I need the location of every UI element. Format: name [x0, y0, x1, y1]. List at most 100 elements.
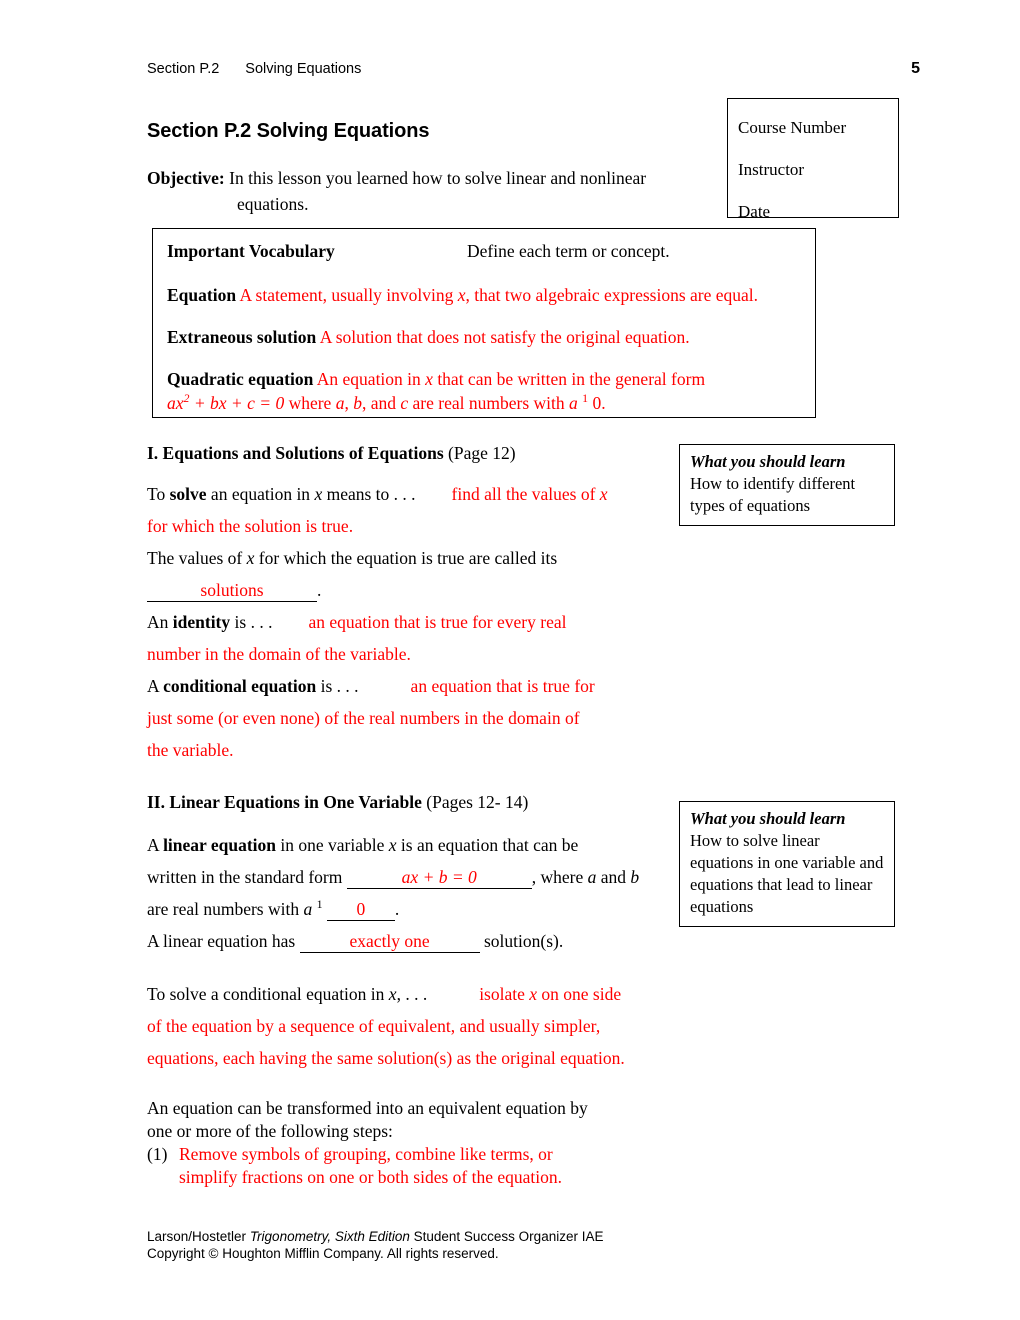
text-bold-identity: identity [172, 612, 231, 632]
wysl-title: What you should learn [690, 452, 846, 471]
step-text: Remove symbols of grouping, combine like… [179, 1143, 687, 1189]
transform-intro-line-1: An equation can be transformed into an e… [147, 1098, 588, 1118]
vocabulary-entry-equation: Equation A statement, usually involving … [167, 283, 803, 307]
answer-var-x: x [599, 484, 608, 504]
text-post: for which the equation is true are calle… [254, 548, 558, 568]
text-and: and [596, 867, 631, 887]
date-label: Date [738, 202, 771, 221]
linear-equation-line-1: A linear equation in one variable x is a… [147, 829, 677, 861]
blank-solutions[interactable]: solutions [147, 579, 317, 602]
what-you-should-learn-box-1: What you should learn How to identify di… [679, 444, 895, 526]
text-var-a: a [303, 899, 313, 919]
instructor-label: Instructor [738, 160, 805, 179]
wysl-title: What you should learn [690, 809, 846, 828]
text-pre: To [147, 484, 170, 504]
wysl-text: How to solve linear equations in one var… [690, 831, 884, 916]
vocab-term: Quadratic equation [167, 369, 314, 389]
section-II-body: A linear equation in one variable x is a… [147, 829, 677, 957]
solve-conditional-block: To solve a conditional equation in x , . … [147, 978, 677, 1074]
footer-copyright: Copyright © Houghton Mifflin Company. Al… [147, 1246, 499, 1261]
identity-line-2: number in the domain of the variable. [147, 644, 411, 664]
vocabulary-entry-extraneous-solution: Extraneous solution A solution that does… [167, 325, 803, 349]
answer-text-b: on one side [537, 984, 622, 1004]
solutions-blank-line: solutions. [147, 574, 677, 606]
section-page-ref: (Pages 12- 14) [426, 792, 529, 812]
running-head-section: Section P.2 [147, 61, 220, 77]
step-text-line-1: Remove symbols of grouping, combine like… [179, 1144, 553, 1164]
vocab-definition-post: that can be written in the general form [432, 369, 706, 389]
answer-text: an equation that is true for [410, 676, 595, 696]
conditional-equation-line: A conditional equation is . . . an equati… [147, 670, 677, 702]
text-post: means to . . . [322, 484, 416, 504]
standard-form-line: written in the standard form ax + b = 0,… [147, 861, 677, 893]
vocabulary-header: Important Vocabulary Define each term or… [167, 239, 803, 263]
footer-line-1: Larson/Hostetler Trigonometry, Sixth Edi… [147, 1228, 847, 1245]
conditional-line-3: the variable. [147, 740, 234, 760]
section-I-body: To solve an equation in x means to . . .… [147, 478, 677, 766]
section-heading-I: I. Equations and Solutions of Equations … [147, 441, 516, 465]
transform-intro-line-2: one or more of the following steps: [147, 1121, 393, 1141]
list-item: (1) Remove symbols of grouping, combine … [147, 1143, 687, 1189]
objective-block: Objective: In this lesson you learned ho… [147, 165, 692, 217]
solution-count-line: A linear equation has exactly one soluti… [147, 925, 677, 957]
page-footer: Larson/Hostetler Trigonometry, Sixth Edi… [147, 1228, 847, 1262]
text-pre: A [147, 676, 164, 696]
formula-zero: 0. [588, 393, 606, 413]
running-head: Section P.2 Solving Equations 5 [147, 60, 920, 78]
section-heading-text: I. Equations and Solutions of Equations [147, 443, 444, 463]
vocab-definition-pre: A statement, usually involving [239, 285, 458, 305]
formula-and: , and [361, 393, 401, 413]
vocab-term: Extraneous solution [167, 327, 317, 347]
blank-exactly-one[interactable]: exactly one [299, 930, 480, 953]
text-bold-conditional: conditional equation [163, 676, 317, 696]
vocab-definition-var: x [457, 285, 466, 305]
text-post: is . . . [316, 676, 359, 696]
formula-comma: , [344, 393, 354, 413]
conditional-line-2: just some (or even none) of the real num… [147, 708, 580, 728]
text-post: is . . . [230, 612, 273, 632]
values-of-x-line: The values of x for which the equation i… [147, 542, 677, 574]
solve-conditional-line-1: To solve a conditional equation in x , . … [147, 978, 677, 1010]
answer-text: isolate [479, 984, 530, 1004]
vocab-definition-pre: An equation in [316, 369, 426, 389]
identity-line: An identity is . . . an equation that is … [147, 606, 677, 638]
vocab-definition-pre: A solution that does not satisfy the ori… [319, 327, 690, 347]
text-post: solution(s). [483, 931, 564, 951]
text-mid: in one variable [276, 835, 389, 855]
document-page: Section P.2 Solving Equations 5 Section … [0, 0, 1020, 1320]
answer-text: find all the values of [451, 484, 600, 504]
blank-standard-form[interactable]: ax + b = 0 [346, 866, 532, 889]
text-pre: A linear equation has [147, 931, 296, 951]
formula-ax: ax [167, 393, 184, 413]
text-pre: To solve a conditional equation in [147, 984, 389, 1004]
solve-definition-line: To solve an equation in x means to . . .… [147, 478, 677, 510]
text-mid: an equation in [206, 484, 315, 504]
blank-zero[interactable]: 0 [326, 898, 395, 921]
answer-var-x: x [529, 984, 538, 1004]
formula-b: b [353, 393, 362, 413]
text-var-b: b [630, 867, 640, 887]
objective-label: Objective: [147, 168, 225, 188]
objective-line-2: equations. [237, 194, 309, 214]
course-info-box: Course Number Instructor Date [727, 98, 899, 221]
objective-line-1: In this lesson you learned how to solve … [229, 168, 647, 188]
vocabulary-instruction: Define each term or concept. [467, 241, 670, 261]
footer-authors: Larson/Hostetler [147, 1229, 250, 1244]
text-post: , . . . [396, 984, 428, 1004]
page-title: Section P.2 Solving Equations [147, 120, 430, 142]
section-heading-II: II. Linear Equations in One Variable (Pa… [147, 790, 528, 814]
not-equal-glyph: 1 [316, 897, 323, 912]
vocab-definition-var: x [425, 369, 433, 389]
text-bold-linear-equation: linear equation [163, 835, 277, 855]
blank-tail: . [317, 580, 322, 600]
formula-c: c [400, 393, 409, 413]
solve-conditional-line-3: equations, each having the same solution… [147, 1048, 625, 1068]
step-number: (1) [147, 1144, 168, 1164]
transform-steps-block: An equation can be transformed into an e… [147, 1097, 687, 1189]
wysl-text: How to identify different types of equat… [690, 474, 856, 515]
text-tail: . [394, 899, 400, 919]
text-pre: written in the standard form [147, 867, 343, 887]
answer-text: an equation that is true for every real [308, 612, 567, 632]
what-you-should-learn-box-2: What you should learn How to solve linea… [679, 801, 895, 927]
important-vocabulary-box: Important Vocabulary Define each term or… [152, 228, 816, 418]
